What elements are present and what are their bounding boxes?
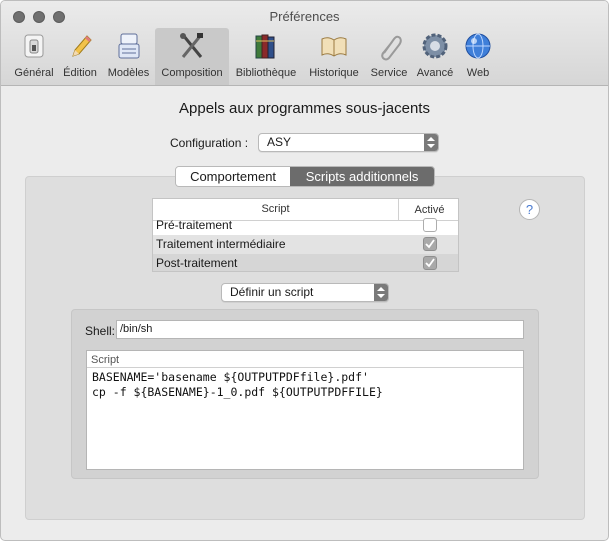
window-title: Préférences [269,9,340,24]
checkmark-icon [425,239,435,249]
popup-arrows-icon [424,134,438,151]
toolbar-label: Modèles [107,67,150,79]
toolbar: Préférences Général Édition Modèles Comp… [1,1,608,86]
configuration-label: Configuration : [170,136,249,150]
toolbar-label: Général [14,67,54,79]
toolbar-label: Web [466,67,490,79]
toolbar-label: Historique [309,67,359,79]
tab-segmented-control: Comportement Scripts additionnels [175,166,435,187]
open-book-icon [321,37,347,57]
toolbar-label: Édition [63,67,97,79]
globe-icon [465,33,491,59]
configuration-value: ASY [267,135,292,149]
toolbar-item-service[interactable]: Service [367,28,411,85]
script-box: Script BASENAME='basename ${OUTPUTPDFfil… [86,350,524,470]
scripts-table: Script Activé Pré-traitement Traitement … [152,198,459,272]
books-icon [255,34,275,59]
gear-icon [422,33,448,59]
table-row[interactable]: Pré-traitement [153,216,458,235]
paperclip-icon [381,35,402,61]
script-label: Script [91,354,120,366]
toolbar-item-bibliotheque[interactable]: Bibliothèque [231,28,301,85]
define-script-popup[interactable]: Définir un script [221,283,389,302]
tab-comportement[interactable]: Comportement [176,167,291,186]
toolbar-item-composition[interactable]: Composition [155,28,229,85]
toolbar-label: Avancé [416,67,454,79]
preferences-window: Préférences Général Édition Modèles Comp… [0,0,609,541]
toolbar-item-edition[interactable]: Édition [59,28,101,85]
switch-icon [24,34,44,58]
column-header-script[interactable]: Script [153,203,398,215]
popup-arrows-icon [374,284,388,301]
toolbar-item-historique[interactable]: Historique [304,28,364,85]
toolbar-label: Bibliothèque [235,67,297,79]
row-name: Post-traitement [156,256,238,270]
toolbar-item-avance[interactable]: Avancé [413,28,457,85]
active-checkbox[interactable] [423,256,437,270]
toolbar-label: Composition [161,67,223,79]
row-name: Traitement intermédiaire [156,237,286,251]
templates-icon [118,33,139,59]
shell-label: Shell: [85,324,116,338]
help-button[interactable]: ? [519,199,540,220]
active-checkbox[interactable] [423,237,437,251]
row-name: Pré-traitement [156,218,233,232]
checkmark-icon [425,258,435,268]
section-heading: Appels aux programmes sous-jacents [179,100,430,117]
tools-icon [180,33,203,58]
shell-input[interactable]: /bin/sh [116,320,524,339]
pencil-icon [72,35,92,57]
script-textarea[interactable]: BASENAME='basename ${OUTPUTPDFfile}.pdf'… [87,367,523,469]
toolbar-label: Service [370,67,408,79]
toolbar-item-web[interactable]: Web [459,28,497,85]
tab-scripts-additionnels[interactable]: Scripts additionnels [290,167,434,186]
define-script-value: Définir un script [230,285,314,299]
toolbar-item-general[interactable]: Général [9,28,59,85]
active-checkbox[interactable] [423,218,437,232]
configuration-popup[interactable]: ASY [258,133,439,152]
table-row[interactable]: Traitement intermédiaire [153,235,458,254]
toolbar-item-modeles[interactable]: Modèles [102,28,155,85]
table-row[interactable]: Post-traitement [153,254,458,271]
